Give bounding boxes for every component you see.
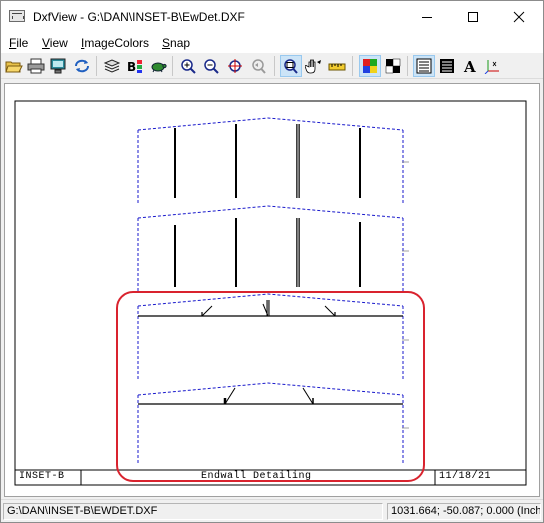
status-bar: G:\DAN\INSET-B\EWDET.DXF 1031.664; -50.0…	[1, 499, 543, 522]
zoom-previous-icon	[252, 59, 266, 74]
axis-icon	[484, 60, 499, 74]
color-image-icon	[363, 59, 377, 73]
turtle-button[interactable]	[147, 55, 169, 77]
dxfview-window: DxfView - G:\DAN\INSET-B\EwDet.DXF File …	[0, 0, 544, 523]
endwall-elevation-3	[137, 293, 409, 379]
turtle-icon	[151, 62, 167, 73]
endwall-elevation-2	[137, 205, 409, 291]
zoom-window-icon	[228, 59, 242, 73]
measure-button[interactable]	[326, 55, 348, 77]
text-style-icon: A	[463, 58, 476, 74]
text-style-button[interactable]: A	[459, 55, 481, 77]
toolbar-separator	[96, 56, 97, 76]
axis-button[interactable]	[482, 55, 504, 77]
drawing-viewport[interactable]: INSET-B Endwall Detailing 11/18/21	[4, 83, 540, 497]
menu-bar: File View ImageColors Snap	[1, 33, 543, 53]
refresh-button[interactable]	[71, 55, 93, 77]
minimize-icon	[422, 17, 432, 18]
close-button[interactable]	[496, 1, 542, 33]
monitor-icon	[50, 58, 66, 74]
status-file-path: G:\DAN\INSET-B\EWDET.DXF	[3, 503, 383, 520]
toolbar-separator	[172, 56, 173, 76]
window-title: DxfView - G:\DAN\INSET-B\EwDet.DXF	[33, 10, 245, 24]
zoom-in-button[interactable]	[178, 55, 200, 77]
title-bar[interactable]: DxfView - G:\DAN\INSET-B\EwDet.DXF	[1, 1, 543, 33]
layers-icon	[103, 59, 121, 73]
title-block-sheet-title: Endwall Detailing	[201, 471, 312, 482]
svg-text:A: A	[463, 58, 476, 74]
zoom-extents-button[interactable]	[280, 55, 302, 77]
menu-snap[interactable]: Snap	[162, 36, 190, 50]
open-folder-icon	[5, 61, 23, 73]
highlight-annotation	[116, 291, 425, 482]
blocks-icon: B	[127, 60, 142, 74]
app-logo-icon[interactable]	[9, 10, 25, 22]
toolbar-separator	[352, 56, 353, 76]
minimize-button[interactable]	[404, 1, 450, 33]
zoom-out-icon	[204, 59, 219, 74]
toolbar-separator	[274, 56, 275, 76]
endwall-elevation-1	[137, 117, 409, 203]
measure-ruler-icon	[328, 63, 346, 71]
toolbar-separator	[407, 56, 408, 76]
zoom-extents-icon	[284, 59, 298, 74]
endwall-elevation-4	[137, 382, 409, 464]
pan-hand-icon	[305, 59, 321, 74]
print-button[interactable]	[25, 55, 47, 77]
open-button[interactable]	[3, 55, 25, 77]
detail-view-icon	[440, 59, 454, 73]
black-white-button[interactable]	[382, 55, 404, 77]
menu-file[interactable]: File	[9, 36, 28, 50]
zoom-window-button[interactable]	[225, 55, 247, 77]
svg-text:B: B	[127, 60, 136, 74]
title-block-date: 11/18/21	[439, 471, 492, 482]
list-view-icon	[416, 58, 432, 74]
list-view-button[interactable]	[413, 55, 435, 77]
zoom-in-icon	[181, 59, 196, 74]
refresh-icon	[75, 59, 89, 73]
maximize-icon	[468, 12, 478, 22]
color-image-button[interactable]	[359, 55, 381, 77]
menu-imagecolors[interactable]: ImageColors	[81, 36, 149, 50]
print-icon	[27, 58, 45, 74]
close-icon	[513, 11, 525, 23]
toolbar: B A	[1, 53, 543, 79]
pan-button[interactable]	[303, 55, 325, 77]
status-coordinates: 1031.664; -50.087; 0.000 (Inch	[387, 503, 541, 520]
menu-view[interactable]: View	[42, 36, 68, 50]
maximize-button[interactable]	[450, 1, 496, 33]
zoom-out-button[interactable]	[201, 55, 223, 77]
detail-view-button[interactable]	[436, 55, 458, 77]
black-white-icon	[385, 58, 401, 74]
title-block-project: INSET-B	[19, 471, 65, 482]
display-button[interactable]	[47, 55, 69, 77]
dxf-drawing-canvas[interactable]	[5, 84, 539, 496]
blocks-button[interactable]: B	[124, 55, 146, 77]
layers-button[interactable]	[101, 55, 123, 77]
zoom-previous-button[interactable]	[248, 55, 270, 77]
